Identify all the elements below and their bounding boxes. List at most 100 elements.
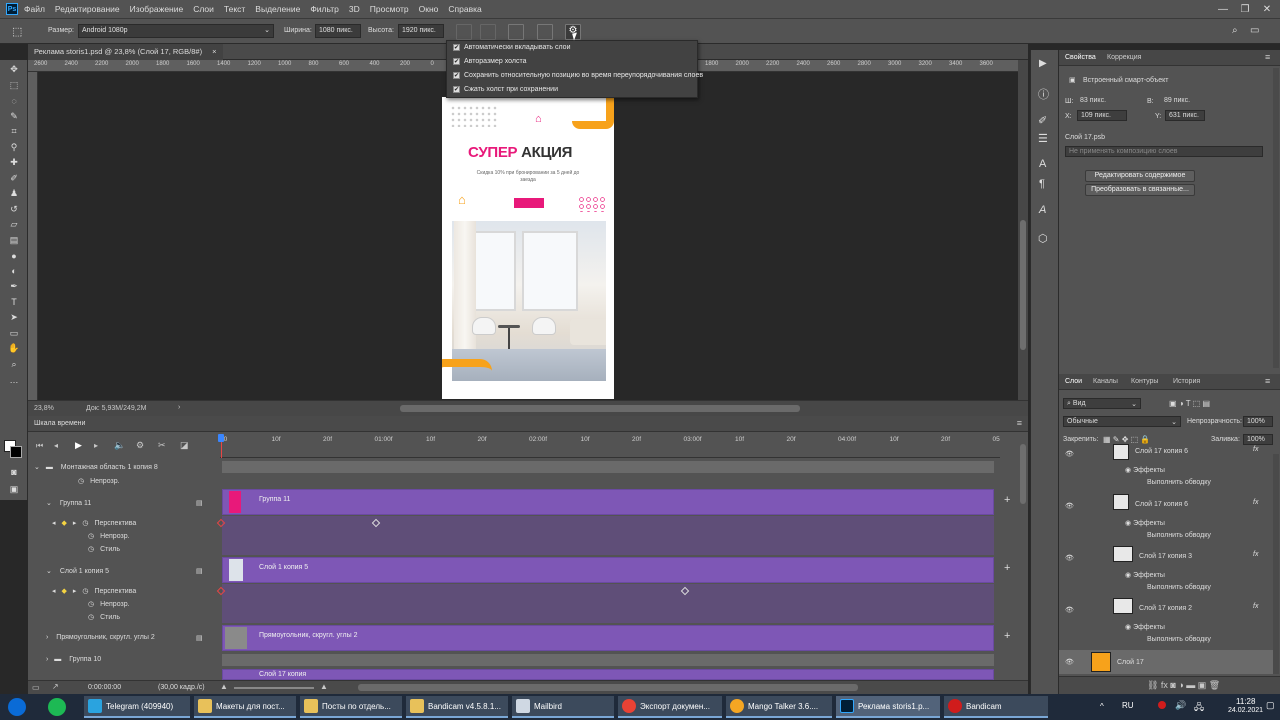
search-icon[interactable]: ⌕ [1232, 25, 1238, 36]
y-input[interactable]: 631 пикс. [1165, 110, 1205, 121]
adjustments-icon[interactable]: ☰ [1038, 132, 1048, 145]
menu-help[interactable]: Справка [448, 4, 481, 14]
zoom-slider[interactable] [234, 687, 314, 689]
align-icon[interactable] [537, 24, 553, 40]
tl-row-perspective[interactable]: ◂ ◆ ▸ ◷ Перспектива [28, 587, 220, 595]
tab-history[interactable]: История [1173, 378, 1200, 385]
tl-row-opacity[interactable]: ◷ Непрозр. [28, 600, 220, 608]
prev-frame-icon[interactable]: ◂ [54, 441, 58, 450]
checkbox-checked-icon[interactable]: ✔ [453, 44, 460, 51]
brush-tool-icon[interactable]: ✐ [6, 172, 22, 184]
scissors-icon[interactable]: ✂ [158, 440, 166, 451]
height-input[interactable]: 1920 пикс. [398, 24, 444, 38]
tab-paths[interactable]: Контуры [1131, 378, 1158, 385]
quick-mask-icon[interactable]: ◙ [6, 466, 22, 478]
layer-actions-icons[interactable]: ⛓ fx ◙ ◑ ▬ ▣ 🗑 [1147, 680, 1220, 691]
background-color[interactable] [10, 446, 22, 458]
workspace-icon[interactable]: ▭ [1250, 25, 1259, 36]
menu-layers[interactable]: Слои [193, 4, 214, 14]
crop-tool-icon[interactable]: ⌗ [6, 126, 22, 138]
canvas-horizontal-scrollbar[interactable] [400, 405, 800, 412]
checkbox-checked-icon[interactable]: ✔ [453, 58, 460, 65]
history-brush-icon[interactable]: ↺ [6, 203, 22, 215]
hand-tool-icon[interactable]: ✋ [6, 343, 22, 355]
type-tool-icon[interactable]: T [6, 296, 22, 308]
tl-row-group11[interactable]: ⌄ Группа 11 ▤ [28, 499, 220, 507]
layer-item[interactable]: 👁 Слой 17 копия 2 fx ◉ Эффекты Выполнить… [1059, 598, 1273, 650]
tl-row-layer1copy5[interactable]: ⌄ Слой 1 копия 5 ▤ [28, 567, 220, 575]
clock-date[interactable]: 24.02.2021 [1228, 707, 1263, 714]
taskbar-mango[interactable]: Mango Talker 3.6.... [726, 696, 832, 718]
option-auto-size[interactable]: ✔ Авторазмер холста [453, 58, 526, 65]
document-tab[interactable]: Реклама storis1.psd @ 23,8% (Слой 17, RG… [28, 44, 223, 60]
path-select-icon[interactable]: ➤ [6, 312, 22, 324]
layer-item-selected[interactable]: 👁 Слой 17 [1059, 650, 1273, 674]
taskbar-mailbird[interactable]: Mailbird [512, 696, 614, 718]
healing-tool-icon[interactable]: ✚ [6, 157, 22, 169]
edit-contents-button[interactable]: Редактировать содержимое [1085, 170, 1195, 182]
volume-icon[interactable]: 🔊 [1175, 700, 1186, 711]
eye-icon[interactable]: 👁 [1065, 554, 1074, 562]
menu-edit[interactable]: Редактирование [55, 4, 120, 14]
eye-icon[interactable]: 👁 [1065, 502, 1074, 510]
paragraph-icon[interactable]: ¶ [1039, 178, 1045, 190]
track-sloy17copy[interactable]: Слой 17 копия [222, 669, 994, 680]
width-input[interactable]: 1080 пикс. [315, 24, 361, 38]
panel-menu-icon[interactable]: ≡ [1265, 376, 1270, 386]
menu-view[interactable]: Просмотр [370, 4, 409, 14]
taskbar-folder3[interactable]: Bandicam v4.5.8.1... [406, 696, 508, 718]
fx-icon[interactable]: fx [1253, 446, 1258, 453]
film-icon[interactable]: ▤ [196, 634, 203, 642]
tl-row-group10[interactable]: › ▬ Группа 10 [28, 656, 220, 663]
dodge-tool-icon[interactable]: ◐ [6, 265, 22, 277]
filter-pixel-icon[interactable]: ▣ ◑ T ⬚ ▤ [1169, 399, 1210, 408]
taskbar-folder1[interactable]: Макеты для пост... [194, 696, 296, 718]
lock-icons[interactable]: ▦ ✎ ✥ ⬚ 🔒 [1103, 435, 1150, 444]
eye-icon[interactable]: 👁 [1065, 658, 1074, 666]
film-icon[interactable]: ▤ [196, 499, 203, 507]
fx-icon[interactable]: fx [1253, 499, 1258, 506]
layer-comp-select[interactable]: Не применять композицию слоев [1065, 146, 1263, 157]
panel-menu-icon[interactable]: ≡ [1017, 418, 1022, 428]
tl-row-artboard[interactable]: ⌄ ▬ Монтажная область 1 копия 8 [28, 463, 220, 471]
fx-icon[interactable]: fx [1253, 603, 1258, 610]
tl-row-perspective[interactable]: ◂ ◆ ▸ ◷ Перспектива [28, 519, 220, 527]
menu-text[interactable]: Текст [224, 4, 245, 14]
layer-item[interactable]: 👁 Слой 17 копия 6 fx ◉ Эффекты Выполнить… [1059, 494, 1273, 546]
w-value[interactable]: 83 пикс. [1077, 96, 1117, 107]
convert-linked-button[interactable]: Преобразовать в связанные... [1085, 184, 1195, 196]
tab-layers[interactable]: Слои [1065, 378, 1082, 385]
h-value[interactable]: 89 пикс. [1161, 96, 1201, 107]
zoom-level[interactable]: 23,8% [34, 405, 54, 412]
x-input[interactable]: 109 пикс. [1077, 110, 1127, 121]
artboard-tool-icon[interactable]: ⬚ [12, 25, 26, 39]
info-icon[interactable]: ⓘ [1038, 86, 1049, 102]
group10-track[interactable] [222, 654, 994, 666]
tl-row-opacity[interactable]: ◷ Непрозр. [28, 532, 220, 540]
tl-row-opacity[interactable]: ◷ Непрозр. [28, 477, 220, 485]
subtrack[interactable] [222, 516, 994, 529]
notifications-icon[interactable]: ▢ [1266, 700, 1275, 711]
character-icon[interactable]: A [1039, 158, 1046, 170]
brush-settings-icon[interactable]: ✐ [1038, 114, 1047, 127]
start-button[interactable] [8, 698, 26, 716]
layer-item[interactable]: 👁 Слой 17 копия 3 fx ◉ Эффекты Выполнить… [1059, 546, 1273, 598]
eyedropper-tool-icon[interactable]: ⚲ [6, 141, 22, 153]
opacity-input[interactable]: 100% [1243, 416, 1273, 427]
fill-input[interactable]: 100% [1243, 434, 1273, 445]
tab-properties[interactable]: Свойства [1065, 54, 1096, 61]
tl-row-style[interactable]: ◷ Стиль [28, 545, 220, 553]
panel-menu-icon[interactable]: ≡ [1265, 52, 1270, 62]
maximize-icon[interactable]: ❐ [1234, 0, 1256, 18]
canvas-vertical-scrollbar[interactable] [1018, 60, 1028, 400]
add-media-icon[interactable]: + [1004, 494, 1010, 506]
quick-select-tool-icon[interactable]: ✎ [6, 110, 22, 122]
first-frame-icon[interactable]: ⏮ [36, 441, 43, 451]
artboard-track[interactable] [222, 461, 994, 473]
layer-item[interactable]: 👁 Слой 17 копия 6 fx ◉ Эффекты Выполнить… [1059, 444, 1273, 498]
tab-channels[interactable]: Каналы [1093, 378, 1118, 385]
add-media-icon[interactable]: + [1004, 630, 1010, 642]
pen-tool-icon[interactable]: ✒ [6, 281, 22, 293]
transition-icon[interactable]: ◪ [180, 440, 189, 451]
artboard-landscape-icon[interactable] [480, 24, 496, 40]
